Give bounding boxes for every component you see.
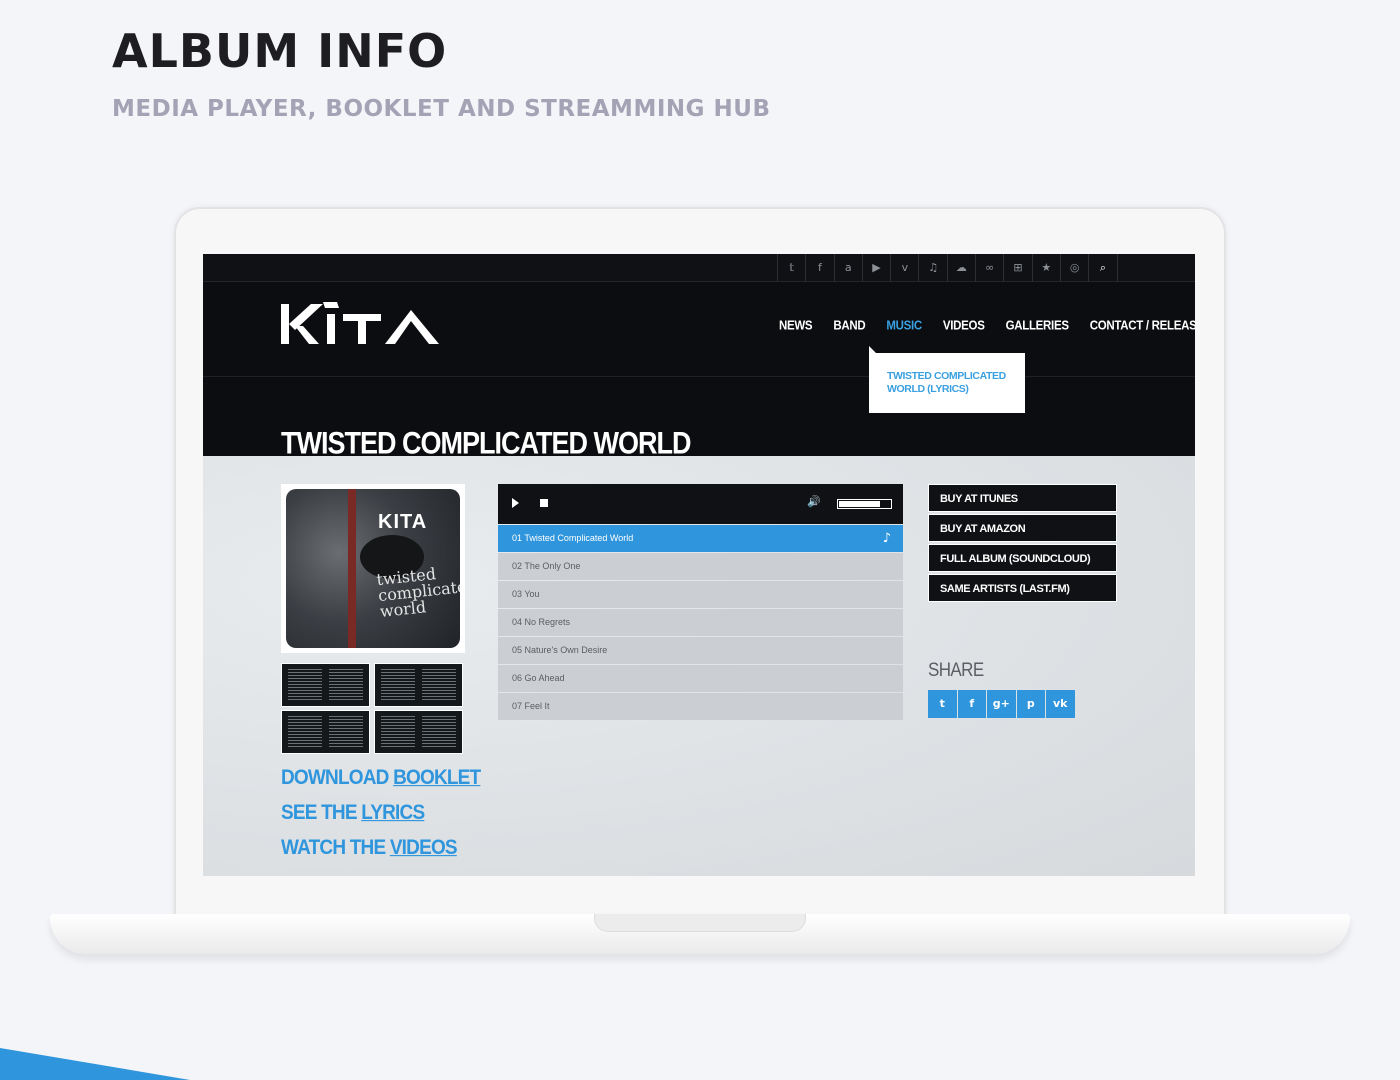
star-icon[interactable]: ★ [1033,254,1061,282]
album-cover-art: KITA twisted complicated world [286,489,460,648]
booklet-thumbnail[interactable] [374,710,463,754]
lastfm-icon[interactable]: ∞ [976,254,1005,282]
nav-item-news[interactable]: NEWS [779,319,813,332]
nav-item-band[interactable]: BAND [833,319,865,332]
laptop-notch [594,914,806,932]
amazon-icon[interactable]: a [835,254,863,282]
track-title: 06 Go Ahead [512,673,565,683]
youtube-icon[interactable]: ▶ [863,254,892,282]
track-row[interactable]: 07 Feel It [498,693,903,720]
track-title: 05 Nature's Own Desire [512,645,608,655]
facebook-icon[interactable]: f [806,254,835,282]
track-row[interactable]: 01 Twisted Complicated World ♪ [498,525,903,552]
see-lyrics-link[interactable]: LYRICS [361,801,425,825]
site-header: NEWS BAND MUSIC VIDEOS GALLERIES CONTACT / RE… [203,282,1195,461]
track-row[interactable]: 03 You [498,581,903,608]
nav-item-videos[interactable]: VIDEOS [943,319,985,332]
booklet-thumbnail[interactable] [281,663,370,707]
share-pinterest-icon[interactable]: p [1016,690,1045,718]
volume-slider[interactable] [837,499,892,509]
twitter-icon[interactable]: 𝕥 [778,254,807,282]
page-subtitle: MEDIA PLAYER, BOOKLET AND STREAMMING HUB [112,96,771,122]
volume-icon[interactable]: 🔊 [807,495,821,508]
download-booklet-link[interactable]: BOOKLET [393,766,481,790]
share-twitter-icon[interactable]: t [928,690,957,718]
track-row[interactable]: 06 Go Ahead [498,665,903,692]
now-playing-icon: ♪ [882,531,891,546]
cover-stripe [348,489,356,648]
track-row[interactable]: 04 No Regrets [498,609,903,636]
music-note-icon[interactable]: ♫ [919,254,948,282]
booklet-thumbnails [281,663,465,754]
track-row[interactable]: 05 Nature's Own Desire [498,637,903,664]
album-content: KITA twisted complicated world DOWNLOAD … [203,456,1195,876]
kita-logo[interactable] [281,300,441,346]
track-title: 02 The Only One [512,561,581,571]
download-booklet-link-row: DOWNLOAD BOOKLET [281,766,481,791]
watch-videos-link-row: WATCH THE VIDEOS [281,836,458,861]
nav-item-galleries[interactable]: GALLERIES [1006,319,1069,332]
social-icons-bar: 𝕥 f a ▶ v ♫ ☁ ∞ ⊞ ★ ◎ ⌕ [777,254,1118,282]
player-controls: 🔊 [498,484,903,524]
stop-icon[interactable] [540,499,548,507]
media-player: 🔊 01 Twisted Complicated World ♪ 02 The On… [498,484,903,720]
main-nav: NEWS BAND MUSIC VIDEOS GALLERIES CONTACT / RE… [779,319,1195,332]
booklet-thumbnail[interactable] [374,663,463,707]
vimeo-icon[interactable]: v [891,254,920,282]
website-screen: 𝕥 f a ▶ v ♫ ☁ ∞ ⊞ ★ ◎ ⌕ NEWS BAND MUSIC VIDEOS GALLERIE… [203,254,1195,876]
watch-videos-link[interactable]: VIDEOS [390,836,458,860]
buy-link[interactable]: FULL ALBUM (SOUNDCLOUD) [928,544,1117,572]
nav-item-music[interactable]: MUSIC [886,319,922,332]
share-google-plus-icon[interactable]: g+ [987,690,1016,718]
instagram-icon[interactable]: ◎ [1061,254,1090,282]
track-row[interactable]: 02 The Only One [498,553,903,580]
share-label: SHARE [928,659,984,681]
volume-level [839,501,880,507]
share-facebook-icon[interactable]: f [957,690,986,718]
music-dropdown: TWISTED COMPLICATED WORLD (LYRICS) [869,353,1025,413]
search-icon[interactable]: ⌕ [1089,254,1118,282]
page-title: ALBUM INFO [112,24,448,78]
lyrics-prefix: SEE THE [281,801,362,825]
tracklist: 01 Twisted Complicated World ♪ 02 The Only… [498,525,903,720]
album-cover[interactable]: KITA twisted complicated world [281,484,465,653]
buy-links: BUY AT ITUNES BUY AT AMAZON FULL ALBUM (SO… [928,484,1117,604]
site-topbar: 𝕥 f a ▶ v ♫ ☁ ∞ ⊞ ★ ◎ ⌕ [203,254,1195,282]
booklet-thumbnail[interactable] [281,710,370,754]
share-vk-icon[interactable]: vk [1046,690,1075,718]
buy-link[interactable]: BUY AT AMAZON [928,514,1117,542]
track-title: 03 You [512,589,540,599]
dropdown-item-lyrics[interactable]: TWISTED COMPLICATED WORLD (LYRICS) [887,370,1013,396]
cover-logo: KITA [378,511,428,533]
header-divider [203,376,1195,377]
corner-decoration [0,1048,190,1080]
soundcloud-icon[interactable]: ☁ [948,254,977,282]
windows-icon[interactable]: ⊞ [1004,254,1033,282]
track-title: 01 Twisted Complicated World [512,533,634,543]
nav-item-contact-release[interactable]: CONTACT / RELEASE [1090,319,1195,332]
download-prefix: DOWNLOAD [281,766,394,790]
share-buttons: t f g+ p vk [928,690,1075,718]
buy-link[interactable]: SAME ARTISTS (LAST.FM) [928,574,1117,602]
play-icon[interactable] [512,498,519,508]
track-title: 07 Feel It [512,701,550,711]
track-title: 04 No Regrets [512,617,571,627]
cover-text: twisted complicated world [375,564,460,622]
videos-prefix: WATCH THE [281,836,390,860]
buy-link[interactable]: BUY AT ITUNES [928,484,1117,512]
see-lyrics-link-row: SEE THE LYRICS [281,801,425,826]
